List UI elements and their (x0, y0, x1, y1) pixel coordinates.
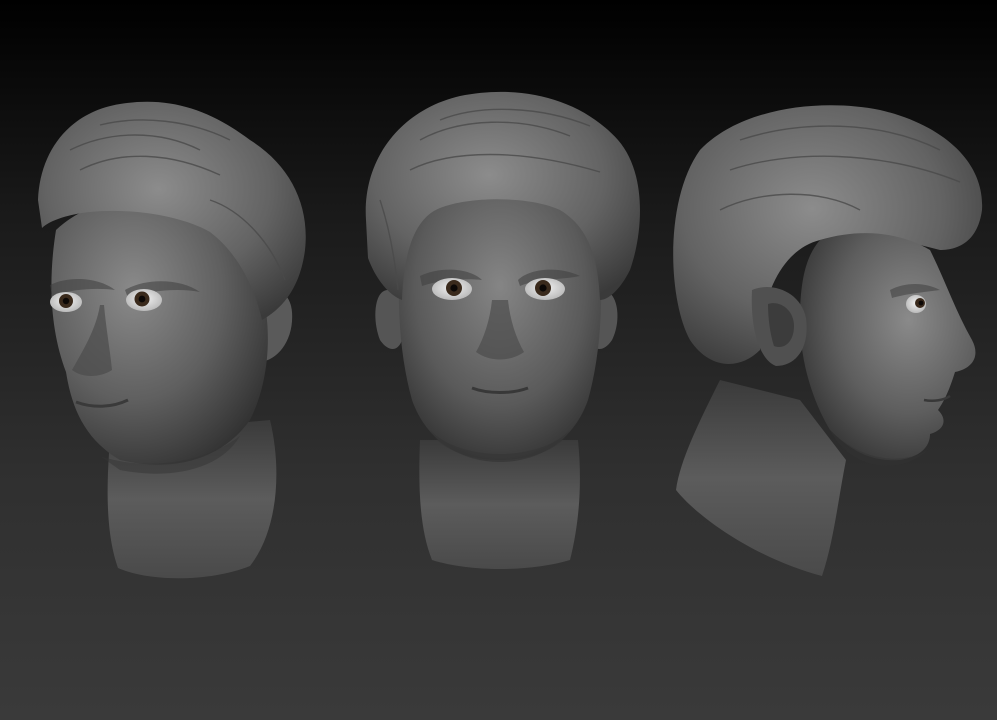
pupil-left (62, 297, 70, 305)
face (800, 233, 976, 461)
pupil-left (450, 284, 458, 292)
pupil-right (138, 295, 146, 303)
scene-canvas (38, 91, 983, 579)
pupil (918, 300, 924, 306)
head-profile-view (673, 105, 983, 576)
head-three-quarter-view (38, 101, 306, 579)
sculpt-viewport (0, 0, 997, 720)
head-front-view (365, 91, 640, 569)
ear-left (375, 290, 402, 349)
pupil-right (539, 284, 547, 292)
